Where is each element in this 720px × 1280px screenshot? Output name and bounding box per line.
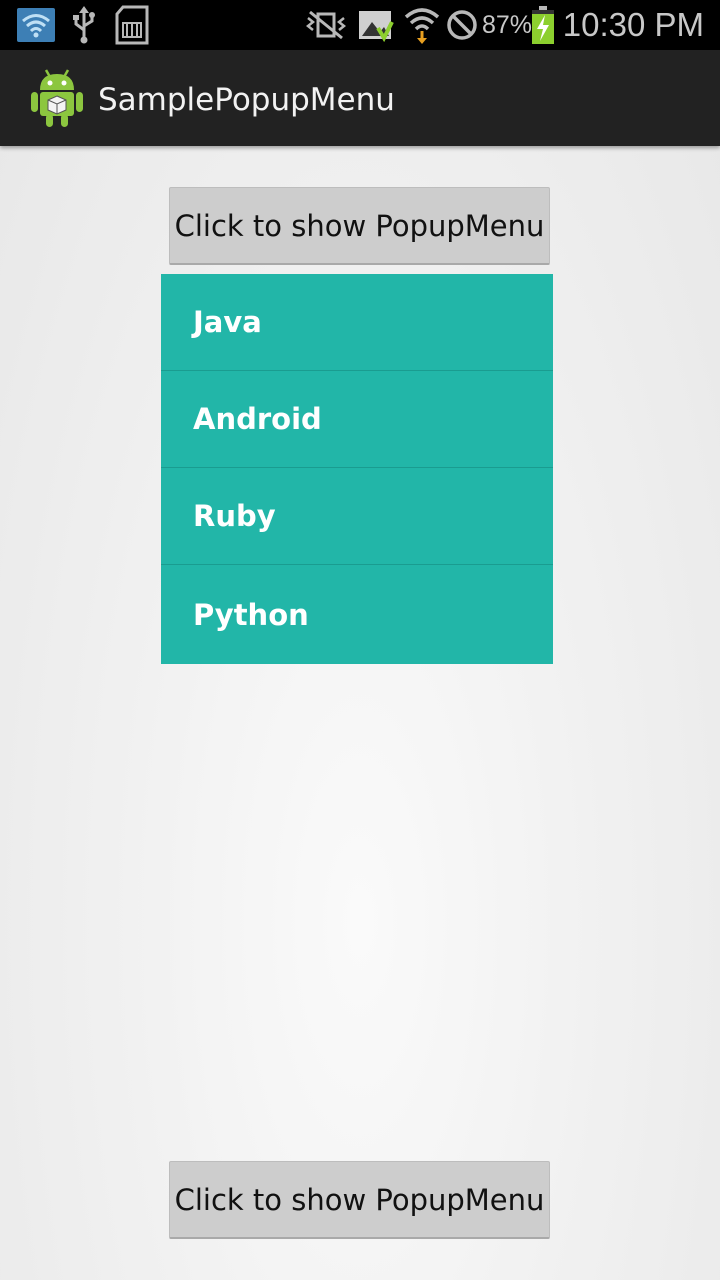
wifi-icon xyxy=(16,0,56,50)
gallery-icon xyxy=(356,0,396,50)
blocked-icon xyxy=(444,0,480,50)
wifi-signal-icon xyxy=(402,0,442,50)
app-title: SamplePopupMenu xyxy=(98,82,395,118)
menu-item-python[interactable]: Python xyxy=(161,565,553,664)
popup-menu: Java Android Ruby Python xyxy=(161,274,553,664)
status-clock: 10:30 PM xyxy=(562,6,704,43)
sd-card-icon xyxy=(112,0,152,50)
vibrate-icon xyxy=(304,0,348,50)
action-bar: SamplePopupMenu xyxy=(0,50,720,146)
usb-icon xyxy=(70,0,98,50)
battery-percent: 87% xyxy=(482,11,533,39)
show-popup-menu-button-bottom[interactable]: Click to show PopupMenu xyxy=(169,1161,550,1239)
battery-charging-icon xyxy=(530,0,556,50)
menu-item-java[interactable]: Java xyxy=(161,274,553,371)
menu-item-ruby[interactable]: Ruby xyxy=(161,468,553,565)
show-popup-menu-button-top[interactable]: Click to show PopupMenu xyxy=(169,187,550,265)
status-bar: 87% 10:30 PM xyxy=(0,0,720,50)
android-icon[interactable] xyxy=(30,68,84,128)
menu-item-android[interactable]: Android xyxy=(161,371,553,468)
